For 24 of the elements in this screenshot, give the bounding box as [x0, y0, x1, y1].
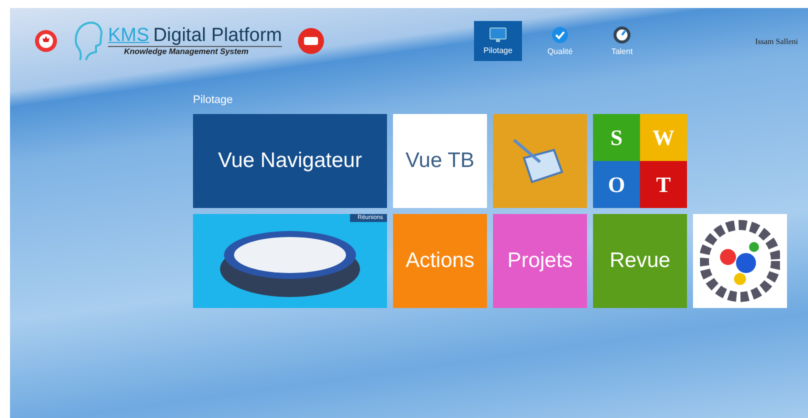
menu-tile[interactable]: Vue TB: [393, 114, 487, 208]
nav-tab[interactable]: Qualité: [536, 21, 584, 61]
logo-title: KMS: [108, 26, 150, 46]
section-title: Pilotage: [193, 94, 234, 106]
menu-tile[interactable]: Vue Navigateur: [193, 114, 387, 208]
menu-tile[interactable]: Projets: [493, 214, 587, 308]
monitor-icon: [489, 27, 508, 43]
menu-tile[interactable]: Revue: [593, 214, 687, 308]
swot-letter: S: [593, 114, 640, 161]
maple-leaf-badge-icon: [34, 29, 58, 53]
user-name[interactable]: Issam Salleni: [755, 36, 798, 46]
logo-subtitle: Digital Platform: [153, 26, 282, 46]
swot-letter: T: [640, 161, 687, 208]
checkmark-icon: [551, 26, 570, 44]
menu-tile[interactable]: [693, 214, 787, 308]
menu-tile[interactable]: [493, 114, 587, 208]
swot-letter: O: [593, 161, 640, 208]
logo-tagline: Knowledge Management System: [108, 46, 282, 56]
swot-tile[interactable]: S W O T: [593, 114, 687, 208]
nav-tab[interactable]: Pilotage: [474, 21, 522, 61]
swot-letter: W: [640, 114, 687, 161]
video-play-icon[interactable]: [298, 28, 324, 54]
gauge-icon: [613, 26, 632, 44]
head-profile-icon: [74, 20, 104, 62]
